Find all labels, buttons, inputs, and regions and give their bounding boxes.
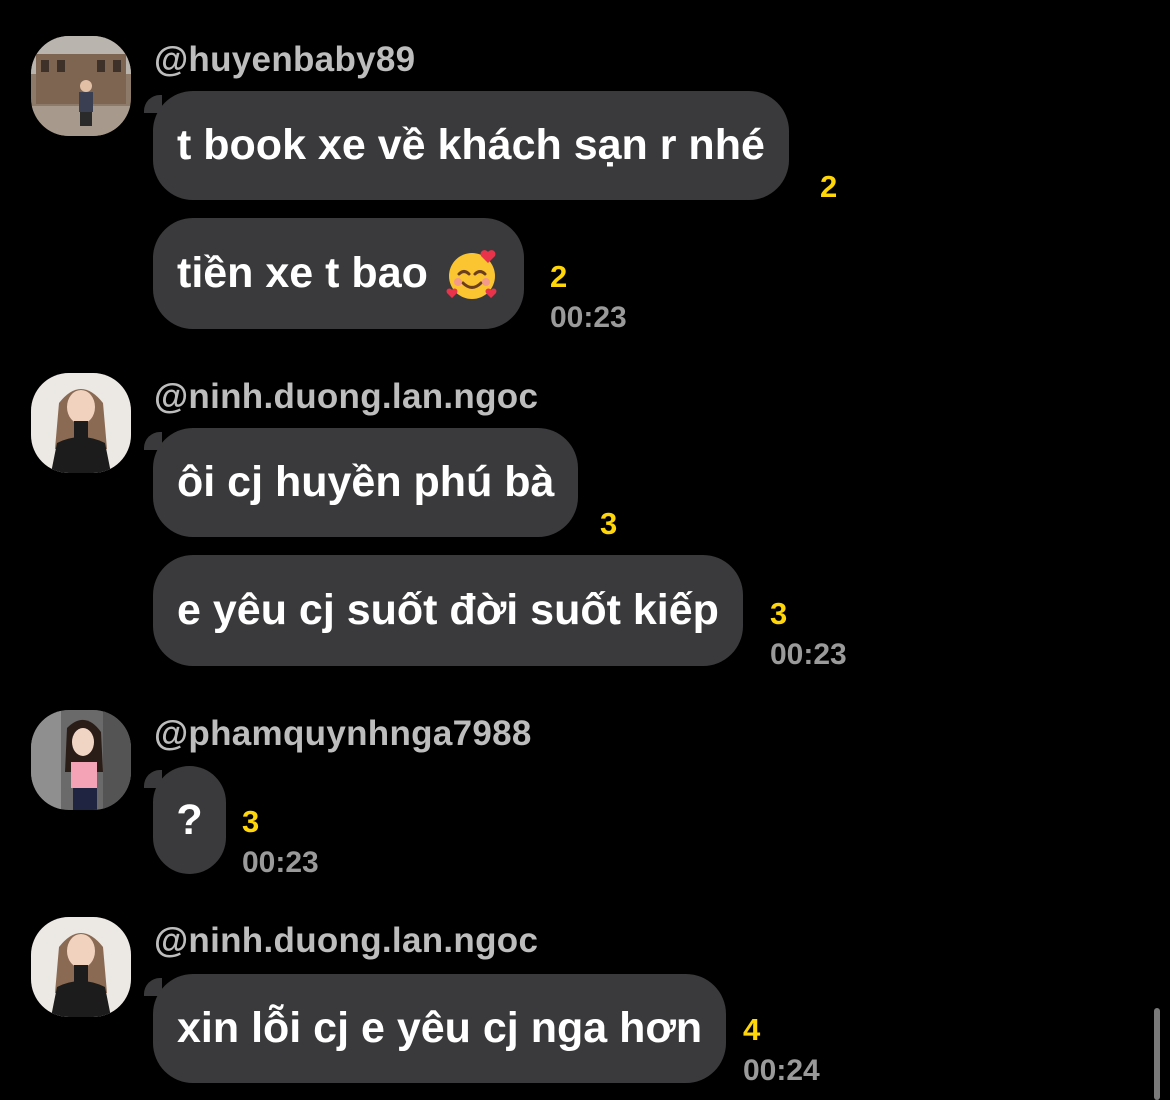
user-avatar[interactable] xyxy=(31,373,131,473)
smiling-face-with-hearts-icon xyxy=(446,249,497,299)
message-bubble[interactable]: xin lỗi cj e yêu cj nga hơn xyxy=(153,974,727,1083)
message-text: e yêu cj suốt đời suốt kiếp xyxy=(177,586,719,634)
message-bubble[interactable]: t book xe về khách sạn r nhé xyxy=(153,91,789,200)
reaction-count[interactable]: 4 xyxy=(743,1014,760,1046)
message-text: tiền xe t bao xyxy=(177,249,428,297)
reaction-count[interactable]: 2 xyxy=(820,171,837,203)
message-timestamp: 00:23 xyxy=(550,301,627,334)
avatar-woman-black-top-icon xyxy=(31,917,131,1017)
user-avatar[interactable] xyxy=(31,917,131,1017)
avatar-woman-black-top-icon xyxy=(31,373,131,473)
sender-username[interactable]: @huyenbaby89 xyxy=(154,40,415,80)
message-text: ? xyxy=(176,795,203,844)
message-text: t book xe về khách sạn r nhé xyxy=(177,121,765,169)
message-timestamp: 00:23 xyxy=(770,638,847,671)
avatar-woman-pink-top-icon xyxy=(31,710,131,810)
user-avatar[interactable] xyxy=(31,710,131,810)
message-bubble[interactable]: tiền xe t bao xyxy=(153,218,524,329)
message-timestamp: 00:24 xyxy=(743,1054,820,1087)
user-avatar[interactable] xyxy=(31,36,131,136)
sender-username[interactable]: @ninh.duong.lan.ngoc xyxy=(154,921,538,961)
message-timestamp: 00:23 xyxy=(242,846,319,879)
message-text: ôi cj huyền phú bà xyxy=(177,458,555,506)
message-text: xin lỗi cj e yêu cj nga hơn xyxy=(177,1004,703,1052)
sender-username[interactable]: @phamquynhnga7988 xyxy=(154,714,532,754)
reaction-count[interactable]: 3 xyxy=(770,598,787,630)
sender-username[interactable]: @ninh.duong.lan.ngoc xyxy=(154,377,538,417)
reaction-count[interactable]: 3 xyxy=(242,806,259,838)
message-bubble[interactable]: ? xyxy=(153,766,226,874)
message-bubble[interactable]: e yêu cj suốt đời suốt kiếp xyxy=(153,555,743,666)
avatar-city-woman-icon xyxy=(31,36,131,136)
reaction-count[interactable]: 2 xyxy=(550,261,567,293)
reaction-count[interactable]: 3 xyxy=(600,508,617,540)
scrollbar[interactable] xyxy=(1154,1008,1160,1100)
message-bubble[interactable]: ôi cj huyền phú bà xyxy=(153,428,579,537)
